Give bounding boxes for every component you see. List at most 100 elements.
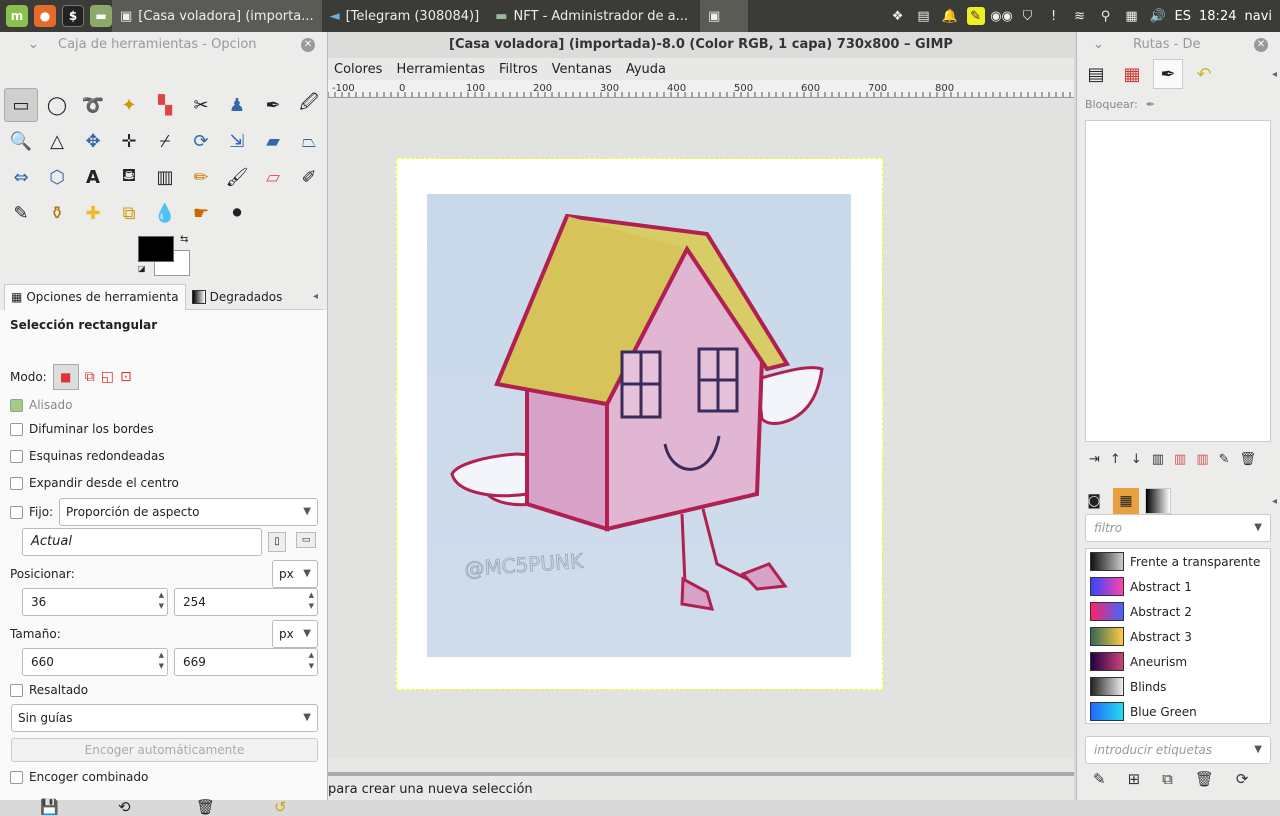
eraser-tool-icon[interactable]: ▱ [256,160,290,194]
menu-ventanas[interactable]: Ventanas [552,62,612,77]
highlight-row[interactable]: Resaltado [10,683,88,697]
size-h-field[interactable]: 669 ▲ ▼ [174,648,318,676]
mode-intersect-icon[interactable]: ⊡ [120,369,132,385]
antialias-row[interactable]: Alisado [10,398,72,412]
antialias-checkbox[interactable] [10,398,23,412]
paintbrush-tool-icon[interactable]: 🖌 [220,160,254,194]
tab-menu-icon[interactable]: ◂ [1272,69,1277,80]
tab-tool-options[interactable]: ▦ Opciones de herramienta [4,283,186,310]
clock[interactable]: 18:24 [1199,9,1236,24]
fixed-checkbox[interactable] [10,505,23,519]
clipboard-icon[interactable]: ▦ [1123,7,1141,25]
terminal-icon[interactable]: $ [62,5,84,27]
chevron-down-icon[interactable]: ⌄ [1093,32,1104,58]
image-canvas[interactable]: @MC5PUNK [396,158,883,690]
smudge-tool-icon[interactable]: ☛ [184,196,218,230]
drive-icon[interactable]: ▤ [915,7,933,25]
wifi-icon[interactable]: ≋ [1071,7,1089,25]
horizontal-ruler[interactable]: -100 0 100 200 300 400 500 600 700 800 [328,80,1074,98]
portrait-icon[interactable]: ▯ [268,532,286,552]
alert-icon[interactable]: ! [1045,7,1063,25]
tab-menu-icon[interactable]: ◂ [1272,496,1277,507]
delete-gradient-icon[interactable]: 🗑 [1195,770,1214,788]
spin-arrows-icon[interactable]: ▲ ▼ [309,590,314,612]
delete-path-icon[interactable]: 🗑 [1240,452,1257,467]
path-to-selection-icon[interactable]: ▥ [1174,452,1186,467]
clone-tool-icon[interactable]: ⚱ [40,196,74,230]
gradient-item[interactable]: Abstract 2 [1086,599,1270,624]
menu-ayuda[interactable]: Ayuda [626,62,666,77]
fuzzy-select-tool-icon[interactable]: ✦ [112,88,146,122]
text-tool-icon[interactable]: A [76,160,110,194]
canvas-area[interactable]: @MC5PUNK [328,98,1074,758]
close-icon[interactable]: ✕ [301,38,315,52]
airbrush-tool-icon[interactable]: ✐ [292,160,326,194]
shrink-merged-checkbox[interactable] [10,770,23,784]
chevron-down-icon[interactable]: ▼ [1254,737,1262,763]
notes-icon[interactable]: ✎ [966,7,985,25]
gradient-item[interactable]: Abstract 1 [1086,574,1270,599]
color-picker-tool-icon[interactable]: 🖉 [292,88,326,122]
mode-subtract-icon[interactable]: ◱ [101,369,114,385]
eyes-icon[interactable]: ◉◉ [990,7,1013,25]
delete-icon[interactable]: 🗑 [196,798,215,816]
highlight-checkbox[interactable] [10,683,23,697]
guides-combo[interactable]: Sin guías ▼ [11,704,318,732]
gradient-item[interactable]: Blue Green [1086,699,1270,723]
measure-tool-icon[interactable]: △ [40,124,74,158]
volume-icon[interactable]: 🔊 [1149,7,1167,25]
spin-arrows-icon[interactable]: ▲ ▼ [309,650,314,672]
rect-select-tool-icon[interactable]: ▭ [4,88,38,122]
firefox-icon[interactable]: ● [34,5,56,27]
blur-tool-icon[interactable]: 💧 [148,196,182,230]
lower-path-icon[interactable]: ↓ [1131,452,1142,467]
menu-colores[interactable]: Colores [334,62,382,77]
raise-path-icon[interactable]: ↑ [1110,452,1121,467]
position-x-field[interactable]: 36 ▲ ▼ [22,588,168,616]
crop-tool-icon[interactable]: ⌿ [148,124,182,158]
task-file-manager[interactable]: ▬ NFT - Administrador de a... [487,0,696,32]
bell-icon[interactable]: 🔔 [941,7,959,25]
cage-tool-icon[interactable]: ⬡ [40,160,74,194]
spin-arrows-icon[interactable]: ▲ ▼ [159,650,164,672]
perspective-clone-tool-icon[interactable]: ⧉ [112,196,146,230]
rounded-checkbox[interactable] [10,449,23,463]
location-icon[interactable]: ⚲ [1097,7,1115,25]
chevron-down-icon[interactable]: ▼ [1254,515,1262,541]
perspective-tool-icon[interactable]: ⏢ [292,124,326,158]
rounded-row[interactable]: Esquinas redondeadas [10,449,165,463]
paths-list[interactable] [1085,120,1271,442]
rotate-tool-icon[interactable]: ⟳ [184,124,218,158]
chevron-down-icon[interactable]: ⌄ [28,32,39,58]
size-w-field[interactable]: 660 ▲ ▼ [22,648,168,676]
save-icon[interactable]: 💾 [40,798,59,816]
user-name[interactable]: navi [1244,9,1272,24]
refresh-gradients-icon[interactable]: ⟳ [1236,770,1249,788]
selection-to-path-icon[interactable]: ▥ [1196,452,1208,467]
shield-icon[interactable]: ⛉ [1019,7,1037,25]
size-unit-combo[interactable]: px ▼ [272,620,318,648]
mode-replace-icon[interactable]: ■ [52,364,79,390]
heal-tool-icon[interactable]: ✚ [76,196,110,230]
expand-row[interactable]: Expandir desde el centro [10,476,179,490]
swap-colors-icon[interactable]: ⇆ [180,234,188,245]
align-tool-icon[interactable]: ✛ [112,124,146,158]
paths-tool-icon[interactable]: ✒ [256,88,290,122]
reset-icon[interactable]: ↺ [274,798,287,816]
menu-filtros[interactable]: Filtros [499,62,538,77]
task-telegram[interactable]: ◄ [Telegram (308084)] [322,0,488,32]
flip-tool-icon[interactable]: ⇔ [4,160,38,194]
duplicate-gradient-icon[interactable]: ⧉ [1162,770,1173,788]
autoshrink-button[interactable]: Encoger automáticamente [11,738,318,762]
gradients-tab-icon[interactable] [1145,488,1171,514]
duplicate-path-icon[interactable]: ▥ [1152,452,1164,467]
scale-tool-icon[interactable]: ⇲ [220,124,254,158]
gradient-item[interactable]: Abstract 3 [1086,624,1270,649]
expand-checkbox[interactable] [10,476,23,490]
paths-tab-icon[interactable]: ✒ [1153,59,1183,89]
brushes-tab-icon[interactable]: ◙ [1081,488,1107,514]
filter-input[interactable]: filtro ▼ [1085,514,1271,542]
tab-menu-icon[interactable]: ◂ [313,291,318,302]
scissors-tool-icon[interactable]: ✂ [184,88,218,122]
tab-gradients[interactable]: Degradados [186,284,289,310]
